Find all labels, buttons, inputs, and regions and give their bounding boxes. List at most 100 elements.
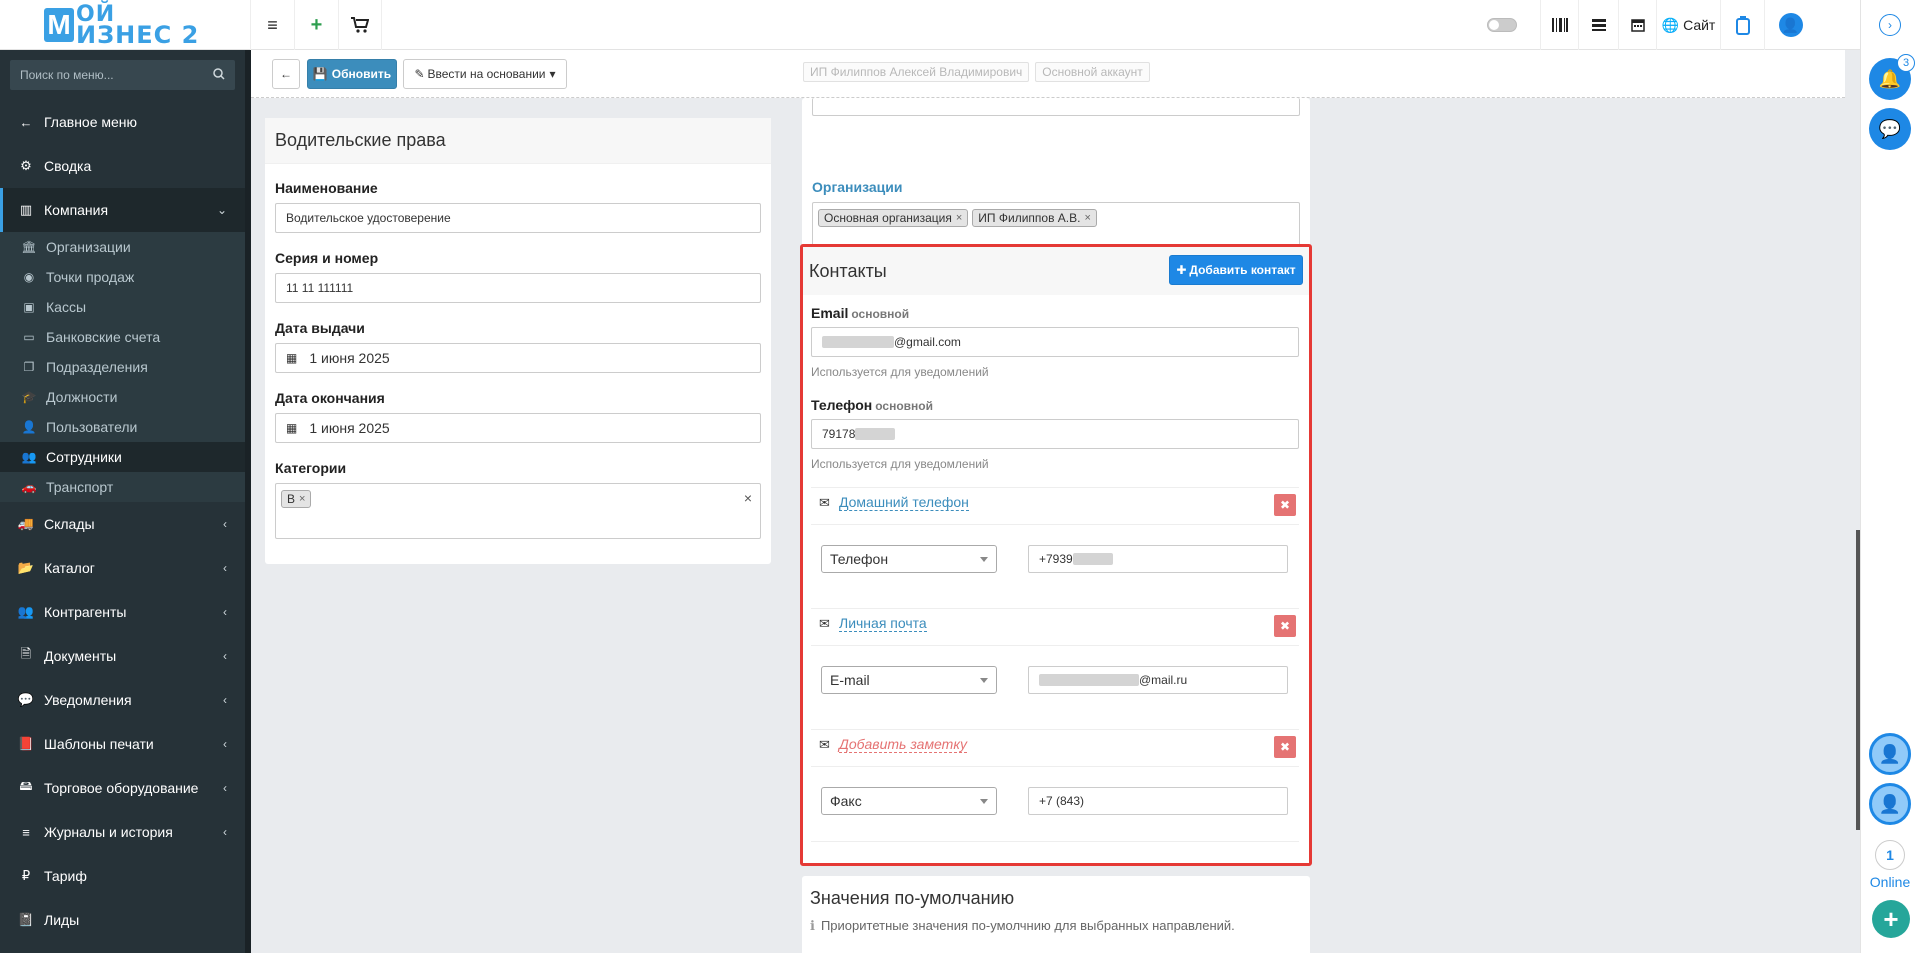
- sidebar-subitem-organizations[interactable]: 🏛 Организации: [0, 232, 245, 262]
- app-icon[interactable]: [1720, 0, 1764, 50]
- contact-value-input[interactable]: +7 (843): [1028, 787, 1288, 815]
- sidebar-subitem-label: Подразделения: [46, 359, 148, 375]
- hdd-icon: 🖴: [19, 778, 33, 793]
- chevron-left-icon: ‹: [223, 605, 227, 619]
- cart-icon[interactable]: [338, 0, 382, 50]
- page-scrollbar[interactable]: [1856, 530, 1860, 830]
- contact-entry-title[interactable]: Домашний телефон: [839, 494, 969, 511]
- contact-entry-link[interactable]: Добавить заметку: [839, 736, 967, 753]
- add-contact-button[interactable]: ✚ Добавить контакт: [1169, 255, 1303, 285]
- sidebar-item-print-templates[interactable]: 📕 Шаблоны печати ‹: [0, 722, 245, 766]
- sidebar-item-label: Лиды: [44, 912, 80, 928]
- sidebar-item-label: Торговое оборудование: [44, 780, 199, 796]
- sidebar-item-main[interactable]: ← Главное меню: [0, 100, 245, 144]
- list-icon[interactable]: [1578, 0, 1618, 50]
- series-input[interactable]: 11 11 111111: [275, 273, 761, 303]
- chevron-down-icon: [980, 678, 988, 683]
- chevron-left-icon: ‹: [223, 737, 227, 751]
- sidebar-item-company[interactable]: ▥ Компания ⌄: [0, 188, 245, 232]
- sidebar-subitem-bank-accounts[interactable]: ▭ Банковские счета: [0, 322, 245, 352]
- notification-badge: 3: [1897, 54, 1915, 72]
- sidebar-item-tariff[interactable]: ₽ Тариф: [0, 854, 245, 898]
- categories-input[interactable]: B × ×: [275, 483, 761, 539]
- remove-icon[interactable]: ×: [956, 212, 962, 224]
- contact-value-input[interactable]: @mail.ru: [1028, 666, 1288, 694]
- menu-toggle-icon[interactable]: ≡: [250, 0, 294, 50]
- issue-date-input[interactable]: ▦ 1 июня 2025: [275, 343, 761, 373]
- online-count: 1: [1875, 840, 1905, 870]
- calendar-icon[interactable]: [1618, 0, 1656, 50]
- contact-value-input[interactable]: +7939: [1028, 545, 1288, 573]
- org-tag-label: ИП Филиппов А.В.: [978, 211, 1081, 225]
- sidebar-item-leads[interactable]: 📓 Лиды: [0, 898, 245, 942]
- redacted-block: [855, 428, 896, 440]
- based-on-button[interactable]: ✎ Ввести на основании ▾: [403, 59, 567, 89]
- users-icon: 👥: [17, 604, 35, 619]
- sidebar-subitem-cash[interactable]: ▣ Кассы: [0, 292, 245, 322]
- sidebar-subitem-transport[interactable]: 🚗 Транспорт: [0, 472, 245, 502]
- sidebar-subitem-sales-points[interactable]: ◉ Точки продаж: [0, 262, 245, 292]
- add-fab-button[interactable]: +: [1872, 900, 1910, 938]
- issue-date-label: Дата выдачи: [275, 320, 365, 336]
- contacts-title: Контакты: [809, 261, 887, 281]
- chat-button[interactable]: 💬: [1869, 108, 1911, 150]
- email-input[interactable]: @gmail.com: [811, 327, 1299, 357]
- gear-icon: ⚙: [20, 158, 32, 173]
- org-tag[interactable]: ИП Филиппов А.В. ×: [972, 209, 1097, 227]
- sidebar-item-notifications[interactable]: 💬 Уведомления ‹: [0, 678, 245, 722]
- logo[interactable]: М ОЙ ИЗНЕС 2: [0, 0, 250, 50]
- contact-entry-title[interactable]: Добавить заметку: [839, 736, 967, 753]
- contact-type-select[interactable]: Факс: [821, 787, 997, 815]
- delete-contact-button[interactable]: ✖: [1274, 615, 1296, 637]
- sidebar-item-catalog[interactable]: 📂 Каталог ‹: [0, 546, 245, 590]
- car-icon: 🚗: [21, 480, 37, 494]
- sidebar-subitem-positions[interactable]: 🎓 Должности: [0, 382, 245, 412]
- contact-type-select[interactable]: E-mail: [821, 666, 997, 694]
- org-tag[interactable]: Основная организация ×: [818, 209, 969, 227]
- refresh-label: Обновить: [331, 67, 392, 81]
- sidebar-item-warehouses[interactable]: 🚚 Склады ‹: [0, 502, 245, 546]
- sidebar-subitem-employees[interactable]: 👥 Сотрудники: [0, 442, 245, 472]
- sidebar-item-counterparties[interactable]: 👥 Контрагенты ‹: [0, 590, 245, 634]
- sidebar-item-documents[interactable]: 🗎 Документы ‹: [0, 634, 245, 678]
- sidebar-item-label: Сводка: [44, 158, 92, 174]
- accounts-input[interactable]: [812, 98, 1300, 116]
- user-avatar[interactable]: 👤: [1764, 0, 1816, 50]
- calendar-grid-icon: ▦: [286, 421, 298, 435]
- sidebar-item-label: Контрагенты: [44, 604, 127, 620]
- plus-icon[interactable]: +: [294, 0, 338, 50]
- theme-toggle[interactable]: [1464, 0, 1540, 50]
- notifications-button[interactable]: 🔔 3: [1869, 54, 1915, 100]
- email-help: Используется для уведомлений: [811, 365, 989, 379]
- chevron-right-icon[interactable]: ›: [1879, 14, 1901, 36]
- refresh-button[interactable]: 💾 Обновить: [307, 59, 397, 89]
- site-link[interactable]: 🌐 Сайт: [1656, 0, 1720, 50]
- name-input[interactable]: Водительское удостоверение: [275, 203, 761, 233]
- plus-icon: +: [1883, 903, 1899, 934]
- delete-contact-button[interactable]: ✖: [1274, 736, 1296, 758]
- category-tag[interactable]: B ×: [281, 490, 312, 508]
- sidebar-item-summary[interactable]: ⚙ Сводка: [0, 144, 245, 188]
- contact-entry-link[interactable]: Домашний телефон: [839, 494, 969, 511]
- barcode-icon[interactable]: [1540, 0, 1578, 50]
- expire-date-input[interactable]: ▦ 1 июня 2025: [275, 413, 761, 443]
- account-button[interactable]: 👤: [1869, 783, 1911, 825]
- account-button[interactable]: 👤: [1869, 733, 1911, 775]
- sidebar-subitem-users[interactable]: 👤 Пользователи: [0, 412, 245, 442]
- contact-entry-title[interactable]: Личная почта: [839, 615, 927, 632]
- sidebar-search[interactable]: Поиск по меню...: [10, 60, 235, 90]
- contact-type-select[interactable]: Телефон: [821, 545, 997, 573]
- sidebar-subitem-departments[interactable]: ❐ Подразделения: [0, 352, 245, 382]
- remove-icon[interactable]: ×: [299, 493, 305, 505]
- logo-bottom-text: ИЗНЕС 2: [76, 21, 200, 49]
- contact-entry-link[interactable]: Личная почта: [839, 615, 927, 632]
- delete-contact-button[interactable]: ✖: [1274, 494, 1296, 516]
- remove-icon[interactable]: ×: [1084, 212, 1090, 224]
- clear-icon[interactable]: ×: [744, 490, 752, 506]
- phone-input[interactable]: 79178: [811, 419, 1299, 449]
- back-button[interactable]: ←: [272, 59, 300, 89]
- sidebar-item-label: Документы: [44, 648, 117, 664]
- globe-icon: 🌐: [1661, 16, 1680, 33]
- sidebar-item-logs[interactable]: ≡ Журналы и история ‹: [0, 810, 245, 854]
- sidebar-item-equipment[interactable]: 🖴 Торговое оборудование ‹: [0, 766, 245, 810]
